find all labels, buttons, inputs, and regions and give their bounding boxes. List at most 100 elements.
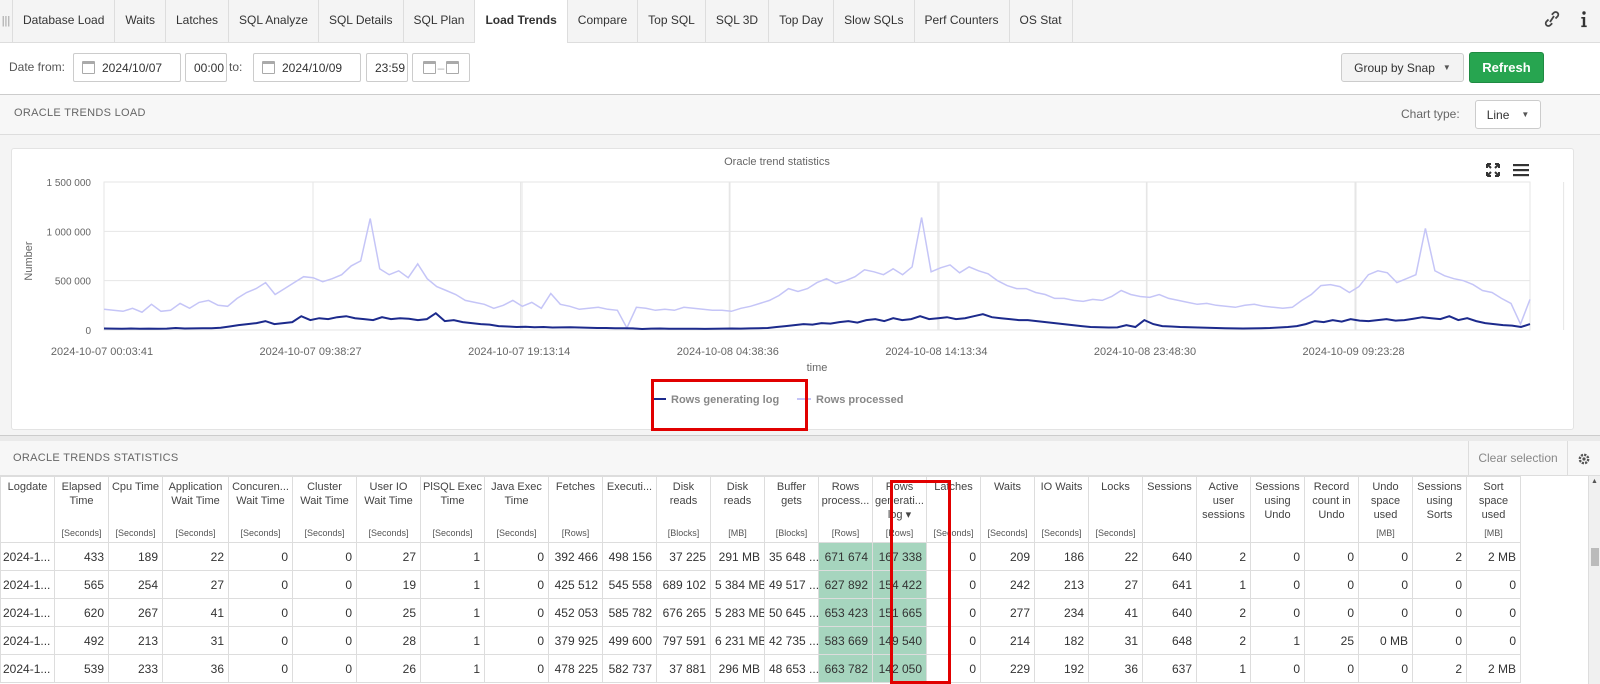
column-header[interactable]: Sessions using Undo [1250, 476, 1305, 543]
legend-item[interactable]: Rows processed [816, 394, 903, 406]
column-header[interactable]: Cluster Wait Time [Seconds] [292, 476, 357, 543]
tab-load-trends[interactable]: Load Trends [475, 0, 568, 43]
time-from-field[interactable]: 00:00 [185, 53, 227, 82]
column-header[interactable]: Elapsed Time [Seconds] [54, 476, 109, 543]
column-header[interactable]: Rows process... [Rows] [818, 476, 873, 543]
tab-sql-analyze[interactable]: SQL Analyze [229, 0, 319, 42]
table-cell: 585 782 [602, 598, 657, 627]
tab-waits[interactable]: Waits [115, 0, 166, 42]
clear-selection-button[interactable]: Clear selection [1468, 441, 1567, 476]
x-tick-label: 2024-10-09 09:23:28 [1303, 346, 1405, 358]
table-cell: 254 [108, 570, 163, 599]
table-cell: 0 [926, 654, 981, 683]
time-to-field[interactable]: 23:59 [366, 53, 408, 82]
date-to-field[interactable]: 2024/10/09 [253, 53, 361, 82]
column-header[interactable]: Sort space used [MB] [1466, 476, 1521, 543]
info-icon[interactable] [1580, 10, 1588, 28]
table-cell: 0 [1358, 542, 1413, 571]
scroll-thumb[interactable] [1591, 548, 1599, 566]
tab-database-load[interactable]: Database Load [13, 0, 116, 42]
column-header[interactable]: Rows generati... log ▾ [Rows] [872, 476, 927, 543]
tab-sql-details[interactable]: SQL Details [319, 0, 404, 42]
table-cell: 637 [1142, 654, 1197, 683]
table-scrollbar[interactable]: ▲ [1588, 476, 1600, 684]
table-row[interactable]: 2024-1... 620 267 41 0 0 25 1 0 452 053 585 782 676… [0, 598, 1521, 627]
column-header[interactable]: Application Wait Time [Seconds] [162, 476, 229, 543]
tab-perf-counters[interactable]: Perf Counters [915, 0, 1010, 42]
column-header[interactable]: Fetches [Rows] [548, 476, 603, 543]
calendar-icon [446, 61, 460, 74]
table-cell: 689 102 [656, 570, 711, 599]
table-cell: 154 422 [872, 570, 927, 599]
column-header[interactable]: Buffer gets [Blocks] [764, 476, 819, 543]
column-header[interactable]: Java Exec Time [Seconds] [484, 476, 549, 543]
tab-os-stat[interactable]: OS Stat [1010, 0, 1073, 42]
table-row[interactable]: 2024-1... 433 189 22 0 0 27 1 0 392 466 498 156 37 … [0, 542, 1521, 571]
table-cell: 296 MB [710, 654, 765, 683]
table-cell: 233 [108, 654, 163, 683]
calendar-icon[interactable] [82, 61, 95, 74]
menu-icon[interactable] [1513, 164, 1529, 177]
column-header[interactable]: Waits [Seconds] [980, 476, 1035, 543]
table-cell: 663 782 [818, 654, 873, 683]
table-row[interactable]: 2024-1... 565 254 27 0 0 19 1 0 425 512 545 558 689… [0, 570, 1521, 599]
chart-type-dropdown[interactable]: Line ▼ [1475, 100, 1541, 129]
chart-title: Oracle trend statistics [724, 156, 830, 168]
column-header[interactable]: User IO Wait Time [Seconds] [356, 476, 421, 543]
table-row[interactable]: 2024-1... 539 233 36 0 0 26 1 0 478 225 582 737 37 … [0, 654, 1521, 683]
filter-toolbar: Date from: 2024/10/07 00:00 to: 2024/10/… [0, 43, 1600, 95]
refresh-button[interactable]: Refresh [1469, 52, 1544, 83]
column-header[interactable]: Latches [Seconds] [926, 476, 981, 543]
column-header[interactable]: Sessions [1142, 476, 1197, 543]
link-icon[interactable] [1542, 11, 1562, 27]
table-cell: 2 MB [1466, 654, 1521, 683]
column-header[interactable]: Cpu Time [Seconds] [108, 476, 163, 543]
legend-item[interactable]: Rows generating log [671, 394, 779, 406]
scroll-up-icon[interactable]: ▲ [1591, 478, 1598, 485]
table-cell: 640 [1142, 598, 1197, 627]
column-header[interactable]: Locks [Seconds] [1088, 476, 1143, 543]
column-header-unit: [Seconds] [304, 528, 345, 538]
date-from-field[interactable]: 2024/10/07 [73, 53, 181, 82]
column-header[interactable]: PlSQL Exec Time [Seconds] [420, 476, 485, 543]
tab-top-day[interactable]: Top Day [769, 0, 835, 42]
tab-slow-sqls[interactable]: Slow SQLs [834, 0, 915, 42]
tab-sql-3d[interactable]: SQL 3D [706, 0, 770, 42]
table-cell: 0 [926, 570, 981, 599]
date-range-picker-button[interactable]: – [412, 53, 470, 82]
column-header[interactable]: IO Waits [Seconds] [1034, 476, 1089, 543]
column-header-unit: [Seconds] [175, 528, 216, 538]
column-header[interactable]: Concuren... Wait Time [Seconds] [228, 476, 293, 543]
y-tick-label: 1 500 000 [47, 178, 92, 189]
tab-latches[interactable]: Latches [166, 0, 229, 42]
column-header[interactable]: Disk reads [Blocks] [656, 476, 711, 543]
table-cell: 478 225 [548, 654, 603, 683]
column-header[interactable]: Active user sessions [1196, 476, 1251, 543]
column-header-label: Sort space used [1478, 481, 1509, 521]
table-cell: 242 [980, 570, 1035, 599]
date-from-label: Date from: [9, 60, 66, 74]
column-header[interactable]: Logdate [0, 476, 55, 543]
column-header[interactable]: Executi... [602, 476, 657, 543]
calendar-icon[interactable] [262, 61, 275, 74]
table-cell: 0 [1466, 626, 1521, 655]
stats-grid: Logdate Elapsed Time [Seconds] Cpu Time [Sec… [0, 476, 1588, 684]
table-cell: 0 [1250, 570, 1305, 599]
column-header[interactable]: Record count in Undo [1304, 476, 1359, 543]
table-cell: 0 [484, 598, 549, 627]
tab-top-sql[interactable]: Top SQL [638, 0, 706, 42]
drag-handle-icon[interactable]: ||| [0, 0, 13, 42]
column-header[interactable]: Undo space used [MB] [1358, 476, 1413, 543]
table-cell: 583 669 [818, 626, 873, 655]
table-row[interactable]: 2024-1... 492 213 31 0 0 28 1 0 379 925 499 600 797… [0, 626, 1521, 655]
column-header[interactable]: Disk reads [MB] [710, 476, 765, 543]
tab-compare[interactable]: Compare [568, 0, 639, 42]
fullscreen-icon[interactable] [1486, 163, 1500, 177]
group-by-dropdown[interactable]: Group by Snap ▼ [1341, 53, 1464, 82]
table-cell: 27 [1088, 570, 1143, 599]
table-cell: 433 [54, 542, 109, 571]
column-header[interactable]: Sessions using Sorts [1412, 476, 1467, 543]
settings-gear-icon[interactable] [1567, 441, 1600, 476]
tab-sql-plan[interactable]: SQL Plan [404, 0, 476, 42]
column-header-label: Elapsed Time [61, 481, 102, 507]
